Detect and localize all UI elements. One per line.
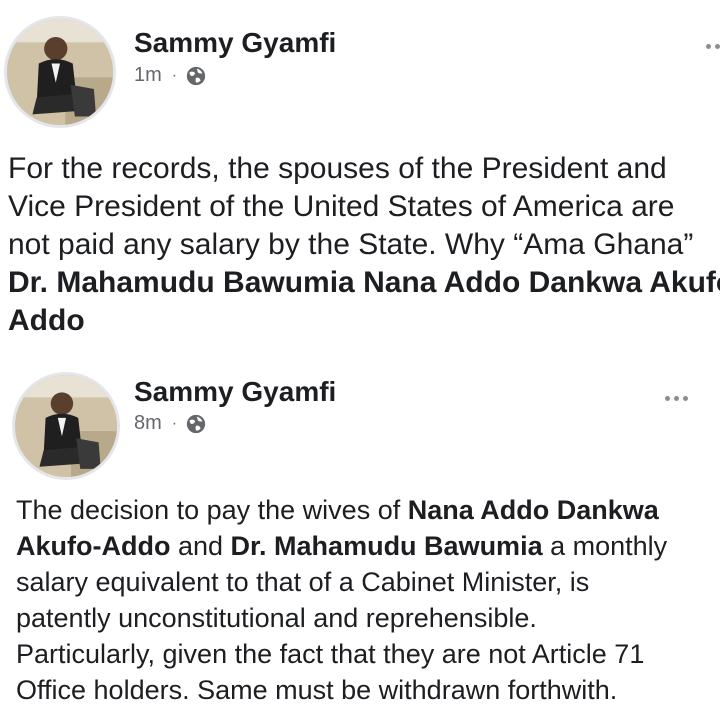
post-text-line: For the records, the spouses of the Pres… [8, 152, 667, 185]
text-segment: The decision to pay the wives of [16, 495, 408, 525]
post-timestamp[interactable]: 1m [134, 64, 162, 87]
profile-avatar[interactable] [4, 16, 116, 128]
mention-akufo-addo: Akufo-Addo [16, 531, 171, 561]
post-text-bold-line: Addo [8, 304, 85, 337]
post-timestamp[interactable]: 8m [134, 412, 162, 435]
post-text-line: patently unconstitutional and reprehensi… [16, 603, 537, 633]
post-1: Sammy Gyamfi 1m · For the records, the s… [0, 0, 720, 360]
post-text-bold-line: Dr. Mahamudu Bawumia Nana Addo Dankwa Ak… [8, 266, 720, 299]
post-text-line: Akufo-Addo and Dr. Mahamudu Bawumia a mo… [16, 528, 716, 564]
author-name[interactable]: Sammy Gyamfi [134, 376, 336, 408]
post-text: For the records, the spouses of the Pres… [8, 150, 720, 340]
more-options-icon[interactable] [665, 396, 688, 401]
mention-bawumia: Dr. Mahamudu Bawumia [230, 531, 543, 561]
more-options-icon[interactable] [706, 44, 720, 49]
post-text-line: The decision to pay the wives of Nana Ad… [16, 492, 716, 528]
post-text-line: not paid any salary by the State. Why “A… [8, 228, 694, 261]
meta-separator: · [171, 414, 178, 432]
post-2: Sammy Gyamfi 8m · The decision to pay th… [0, 360, 720, 720]
post-text-line: Office holders. Same must be withdrawn f… [16, 675, 618, 705]
avatar-photo [7, 19, 113, 125]
text-segment: a monthly [542, 531, 668, 561]
post-text-line: Vice President of the United States of A… [8, 190, 675, 223]
globe-icon[interactable] [185, 65, 207, 87]
post-text-line: salary equivalent to that of a Cabinet M… [16, 567, 590, 597]
text-segment: and [170, 531, 231, 561]
post-text-line: Particularly, given the fact that they a… [16, 639, 645, 669]
avatar-photo [15, 375, 117, 477]
profile-avatar[interactable] [12, 372, 120, 480]
meta-separator: · [171, 66, 178, 84]
globe-icon[interactable] [185, 413, 207, 435]
mention-nana-addo: Nana Addo Dankwa [407, 495, 659, 525]
post-text: The decision to pay the wives of Nana Ad… [16, 492, 716, 708]
author-name[interactable]: Sammy Gyamfi [134, 27, 336, 59]
post-meta: 8m · [134, 412, 207, 435]
post-meta: 1m · [134, 64, 207, 87]
